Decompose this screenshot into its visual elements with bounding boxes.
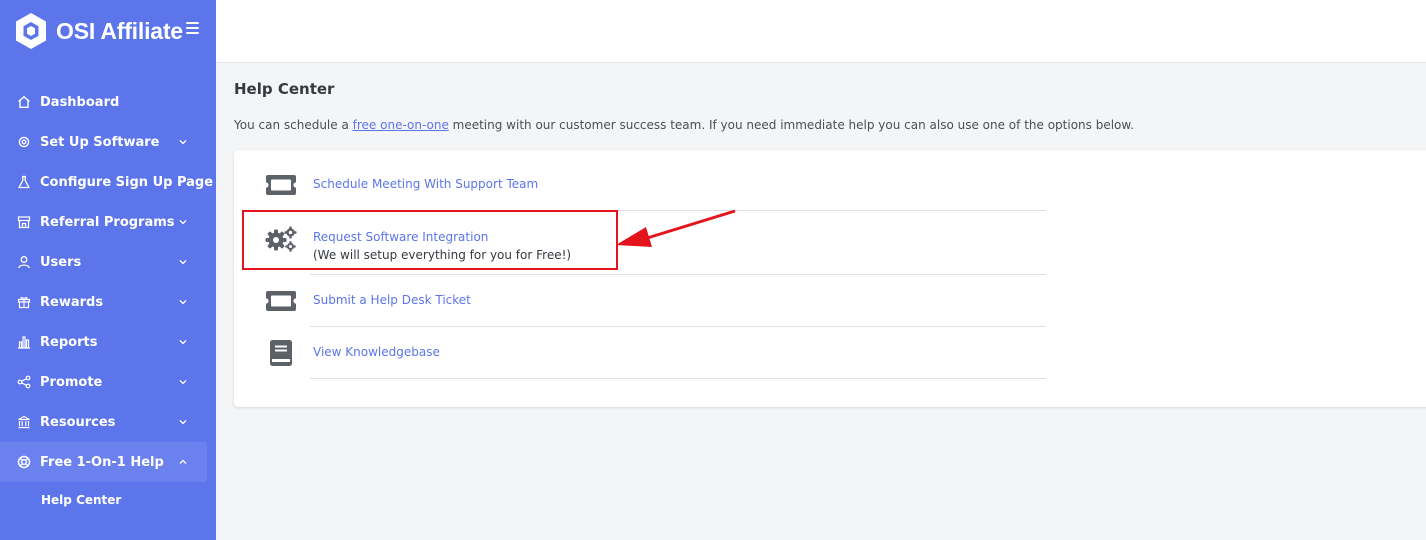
option-schedule-meeting[interactable]: Schedule Meeting With Support Team [234,170,1046,200]
gift-icon [17,295,31,309]
sidebar-item-label: Free 1-On-1 Help [40,454,164,470]
divider [310,378,1046,379]
bank-icon [17,415,31,429]
bar-chart-icon [17,335,31,349]
sidebar-item-label: Users [40,254,82,270]
store-icon [17,215,31,229]
sidebar-item-configure-sign-up-page[interactable]: Configure Sign Up Page [0,162,216,202]
gear-outline-icon [17,135,31,149]
user-icon [17,255,31,269]
sidebar-item-label: Referral Programs [40,214,175,230]
option-label[interactable]: Submit a Help Desk Ticket [313,293,471,307]
top-header [216,0,1426,63]
sidebar-subitem-help-center[interactable]: Help Center [0,482,216,518]
sidebar-item-set-up-software[interactable]: Set Up Software [0,122,216,162]
sidebar-item-label: Promote [40,374,103,390]
menu-toggle-icon[interactable] [186,22,199,36]
help-options-card: Schedule Meeting With Support Team Reque… [234,150,1426,407]
chevron-down-icon [179,340,187,345]
sidebar-item-users[interactable]: Users [0,242,216,282]
sidebar-item-rewards[interactable]: Rewards [0,282,216,322]
sidebar-item-label: Dashboard [40,94,120,110]
divider [310,274,1046,275]
option-label[interactable]: Schedule Meeting With Support Team [313,177,538,191]
free-one-on-one-link[interactable]: free one-on-one [353,118,449,132]
sidebar-item-free-1-on-1-help[interactable]: Free 1-On-1 Help [0,442,207,482]
chevron-down-icon [179,420,187,425]
sidebar-item-label: Rewards [40,294,104,310]
chevron-down-icon [179,260,187,265]
chevron-down-icon [179,220,187,225]
brand-logo-icon [16,13,46,49]
highlight-box [242,210,618,270]
annotation-arrow-icon [616,209,736,247]
brand[interactable]: OSI Affiliate [14,12,183,50]
page-title: Help Center [234,80,335,98]
share-icon [17,375,31,389]
chevron-down-icon [179,140,187,145]
flask-icon [17,175,31,189]
intro-text: You can schedule a free one-on-one meeti… [234,118,1134,132]
sidebar-item-label: Resources [40,414,116,430]
sidebar-item-promote[interactable]: Promote [0,362,216,402]
sidebar-item-resources[interactable]: Resources [0,402,216,442]
divider [310,326,1046,327]
ticket-icon [264,170,298,200]
sidebar-item-reports[interactable]: Reports [0,322,216,362]
sidebar-item-referral-programs[interactable]: Referral Programs [0,202,216,242]
sidebar: OSI Affiliate Dashboard Set Up Software … [0,0,216,540]
book-icon [264,338,298,368]
chevron-down-icon [179,300,187,305]
option-view-knowledgebase[interactable]: View Knowledgebase [234,338,1046,368]
sidebar-subitem-label: Help Center [41,493,122,507]
lifebuoy-icon [17,455,31,469]
sidebar-item-label: Reports [40,334,98,350]
sidebar-nav: Dashboard Set Up Software Configure Sign… [0,82,216,518]
ticket-icon [264,286,298,316]
sidebar-item-dashboard[interactable]: Dashboard [0,82,216,122]
chevron-up-icon [179,459,187,464]
sidebar-item-label: Configure Sign Up Page [40,174,214,190]
sidebar-item-label: Set Up Software [40,134,160,150]
brand-name: OSI Affiliate [56,17,183,44]
option-submit-help-desk-ticket[interactable]: Submit a Help Desk Ticket [234,286,1046,316]
home-icon [17,95,31,109]
option-label[interactable]: View Knowledgebase [313,345,440,359]
chevron-down-icon [179,380,187,385]
